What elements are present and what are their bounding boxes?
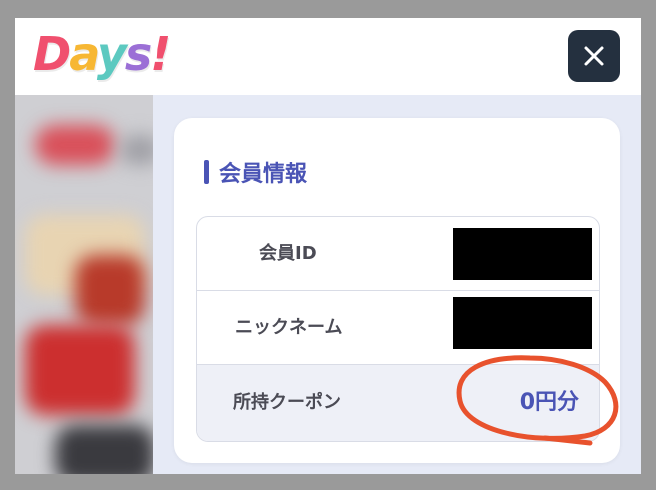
title-accent-bar xyxy=(204,160,209,184)
blurred-background xyxy=(15,95,153,474)
member-panel: 会員情報 会員ID ニックネーム 所持クーポン 0円分 xyxy=(153,95,641,474)
coupon-label: 所持クーポン xyxy=(233,392,341,413)
logo-letter-s: s xyxy=(124,27,152,81)
coupon-value: 0円分 xyxy=(519,390,579,415)
header: Days! xyxy=(15,18,641,95)
row-member-id: 会員ID xyxy=(197,217,599,291)
close-button[interactable] xyxy=(568,30,620,82)
screen-frame: Days! 会員情報 会員ID ニックネーム 所持クーポン 0円分 xyxy=(15,18,641,474)
member-info-table: 会員ID ニックネーム 所持クーポン 0円分 xyxy=(196,216,600,442)
member-id-redacted xyxy=(453,228,592,280)
row-coupon: 所持クーポン 0円分 xyxy=(197,365,599,441)
member-id-label: 会員ID xyxy=(259,243,317,264)
nickname-label: ニックネーム xyxy=(235,317,343,338)
days-logo[interactable]: Days! xyxy=(33,24,171,84)
nickname-redacted xyxy=(453,297,592,349)
logo-letter-y: y xyxy=(96,27,127,81)
row-nickname: ニックネーム xyxy=(197,291,599,365)
logo-letter-exclaim: ! xyxy=(150,27,171,81)
member-info-card: 会員情報 会員ID ニックネーム 所持クーポン 0円分 xyxy=(174,118,620,463)
logo-letter-a: a xyxy=(69,27,99,81)
section-title: 会員情報 xyxy=(204,156,307,188)
close-icon xyxy=(584,46,604,66)
member-info-title: 会員情報 xyxy=(219,162,308,187)
logo-letter-d: D xyxy=(33,27,71,81)
